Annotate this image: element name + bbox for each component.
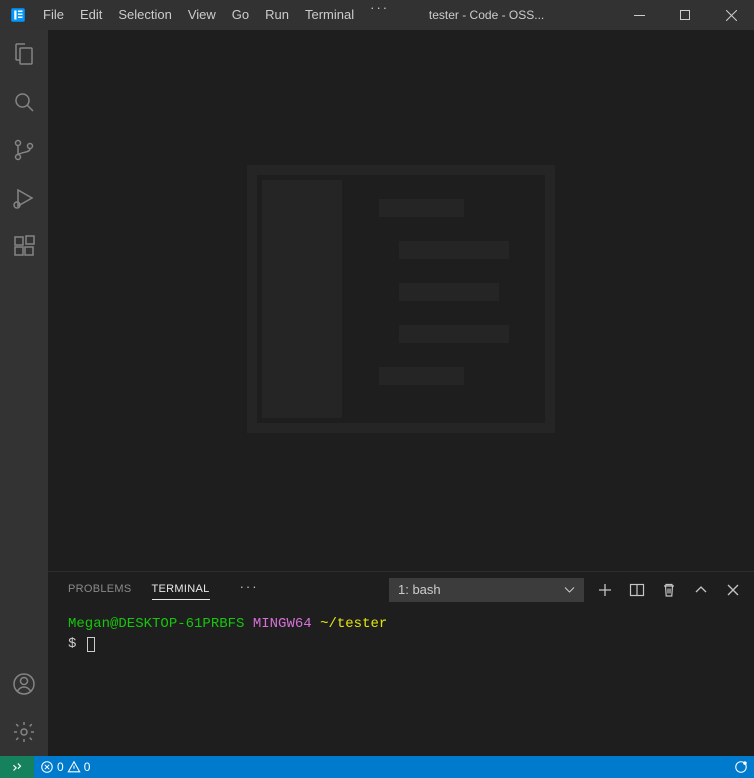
activity-extensions[interactable]	[0, 222, 48, 270]
menubar: File Edit Selection View Go Run Terminal…	[35, 0, 397, 30]
status-feedback-button[interactable]	[728, 756, 754, 778]
terminal-new-button[interactable]	[594, 579, 616, 601]
terminal-system: MINGW64	[253, 616, 312, 632]
status-warnings-count: 0	[84, 760, 91, 774]
editor-watermark-icon	[246, 164, 556, 437]
activity-settings[interactable]	[0, 708, 48, 756]
maximize-button[interactable]	[662, 0, 708, 30]
panel-maximize-button[interactable]	[690, 579, 712, 601]
activity-bar	[0, 30, 48, 756]
panel-tab-problems[interactable]: Problems	[68, 579, 132, 600]
minimize-button[interactable]	[616, 0, 662, 30]
activity-accounts[interactable]	[0, 660, 48, 708]
terminal-content[interactable]: Megan@DESKTOP-61PRBFS MINGW64 ~/tester $	[48, 607, 754, 756]
editor-empty-state	[48, 30, 754, 571]
menu-run[interactable]: Run	[257, 0, 297, 30]
activity-explorer[interactable]	[0, 30, 48, 78]
status-errors-count: 0	[57, 760, 64, 774]
terminal-user: Megan@DESKTOP-61PRBFS	[68, 616, 244, 632]
terminal-path: ~/tester	[320, 616, 387, 632]
panel: Problems Terminal ··· 1: bash	[48, 571, 754, 756]
titlebar: File Edit Selection View Go Run Terminal…	[0, 0, 754, 30]
menu-view[interactable]: View	[180, 0, 224, 30]
terminal-selector-label: 1: bash	[398, 582, 441, 597]
terminal-cursor	[87, 637, 95, 652]
close-button[interactable]	[708, 0, 754, 30]
terminal-prompt: $	[68, 636, 76, 652]
status-bar: 0 0	[0, 756, 754, 778]
terminal-kill-button[interactable]	[658, 579, 680, 601]
activity-debug[interactable]	[0, 174, 48, 222]
menu-terminal[interactable]: Terminal	[297, 0, 362, 30]
window-controls	[616, 0, 754, 30]
activity-source-control[interactable]	[0, 126, 48, 174]
menu-more[interactable]: ···	[362, 0, 397, 30]
panel-tabs-more[interactable]: ···	[230, 579, 269, 600]
status-problems[interactable]: 0 0	[34, 756, 96, 778]
app-icon	[0, 6, 35, 24]
menu-go[interactable]: Go	[224, 0, 257, 30]
menu-file[interactable]: File	[35, 0, 72, 30]
activity-search[interactable]	[0, 78, 48, 126]
panel-close-button[interactable]	[722, 579, 744, 601]
panel-header: Problems Terminal ··· 1: bash	[48, 572, 754, 607]
menu-selection[interactable]: Selection	[110, 0, 179, 30]
panel-tab-terminal[interactable]: Terminal	[152, 579, 210, 600]
terminal-selector[interactable]: 1: bash	[389, 578, 584, 602]
status-remote-button[interactable]	[0, 756, 34, 778]
editor-area: Problems Terminal ··· 1: bash	[48, 30, 754, 756]
window-title: tester - Code - OSS...	[397, 8, 616, 22]
menu-edit[interactable]: Edit	[72, 0, 110, 30]
terminal-split-button[interactable]	[626, 579, 648, 601]
